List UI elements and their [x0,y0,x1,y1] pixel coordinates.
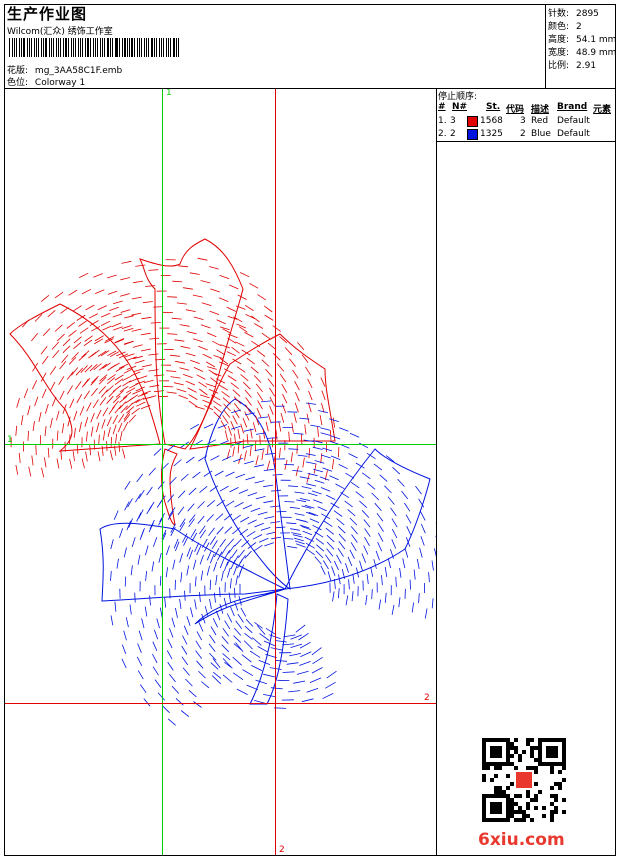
stat-colors: 颜色: 2 [548,22,582,32]
col-header-index: # [438,102,446,112]
col-header-description: 描述 [531,105,550,115]
qr-code-image [482,738,566,822]
guide-label-1-top: 1 [166,89,172,98]
stat-width: 宽度: 48.9 mm [548,48,617,58]
blue-stitches [110,400,436,726]
stop-table-divider [436,141,616,142]
embroidery-drawing [9,238,436,726]
green-horizontal-guide [5,444,436,445]
colorway-label: 色位: [7,78,29,88]
guide-label-2-bottom: 2 [279,845,285,855]
design-preview: 1 1 2 2 [5,89,436,855]
stats-divider [545,4,546,88]
stat-height: 高度: 54.1 mm [548,35,617,45]
color-swatch-blue [467,129,478,140]
stop-sequence-title: 停止顺序: [438,92,478,102]
stat-scale: 比例: 2.91 [548,61,597,71]
guide-label-1-left: 1 [7,435,13,445]
col-header-brand: Brand [557,102,588,112]
colorway-row: 色位: Colorway 1 [7,75,85,88]
red-vertical-guide [275,89,276,855]
company-name: Wilcom(汇众) 绣饰工作室 [7,27,113,37]
col-header-code: 代码 [506,105,525,115]
panel-divider [436,88,437,856]
red-leaves [9,238,336,526]
stat-stitches: 针数: 2895 [548,9,599,19]
red-horizontal-guide [5,703,436,704]
page-title: 生产作业图 [7,5,88,23]
color-swatch-red [467,116,478,127]
colorway-value: Colorway 1 [34,78,86,88]
watermark-logo: 6xiu.com [478,830,565,850]
green-vertical-guide [162,89,163,855]
barcode [9,38,181,57]
col-header-stitches: St. [486,102,501,112]
guide-label-2-right: 2 [424,693,430,703]
col-header-needle: N# [452,102,468,112]
col-header-element: 元素 [593,105,612,115]
